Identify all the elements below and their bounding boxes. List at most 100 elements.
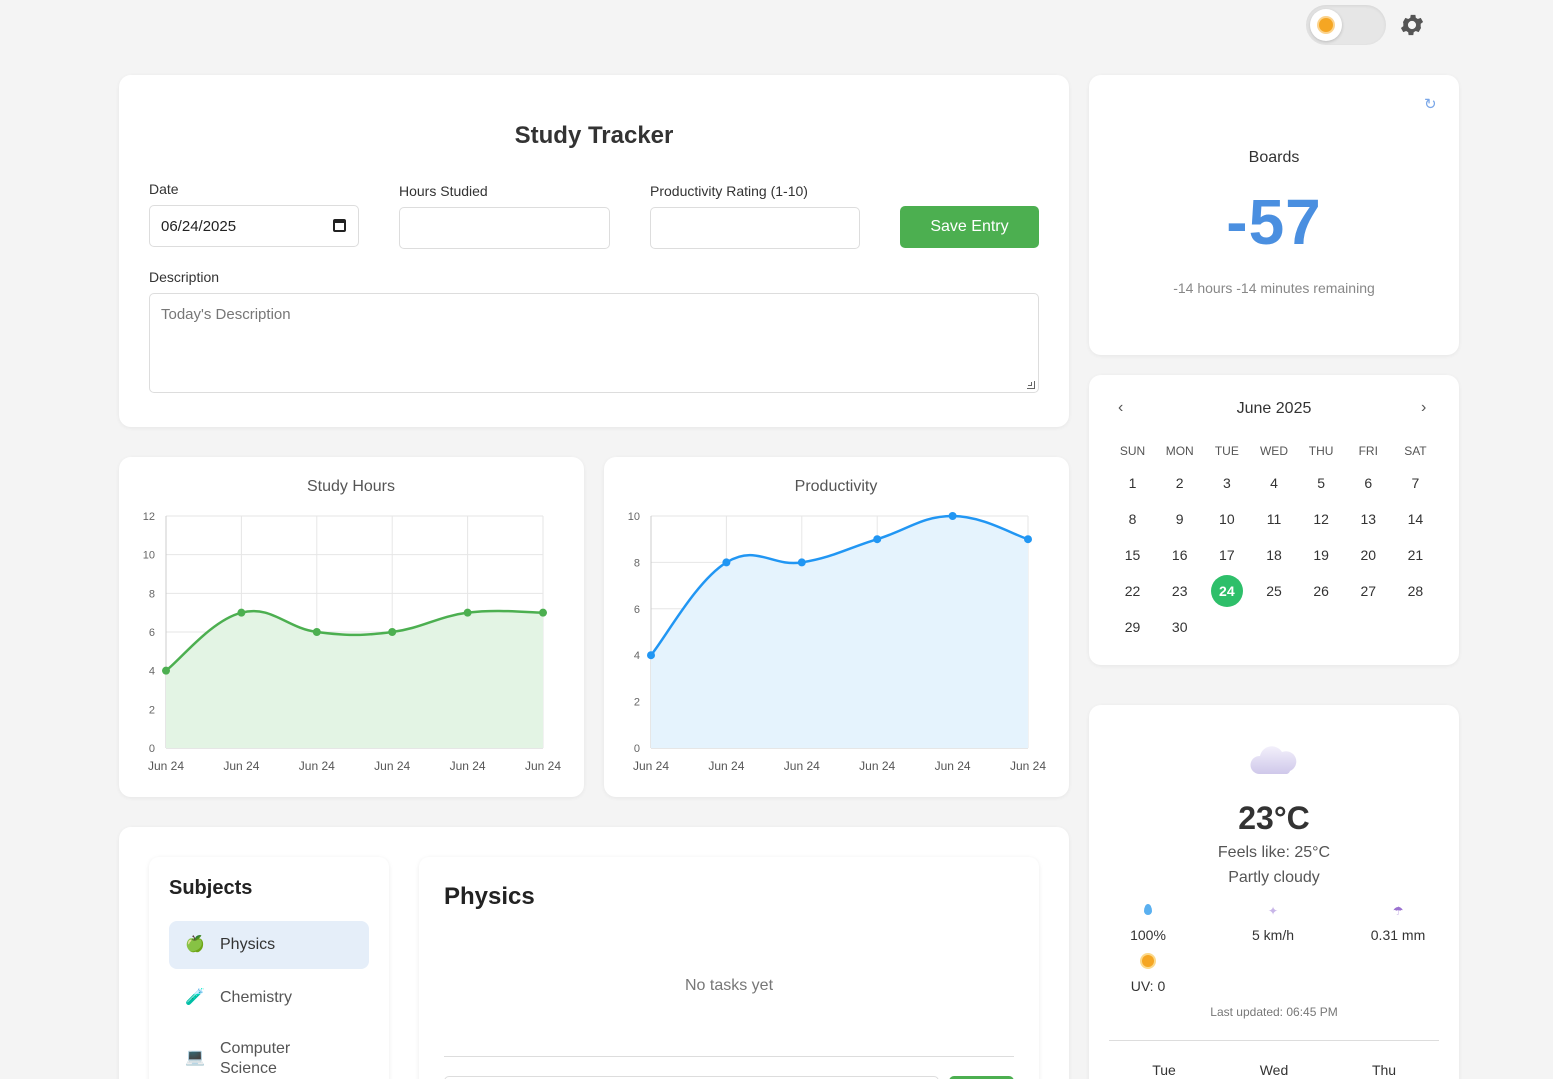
calendar-day[interactable]: 12 xyxy=(1298,501,1345,537)
calendar-day[interactable]: 11 xyxy=(1250,501,1297,537)
weekday-label: SUN xyxy=(1119,444,1146,458)
calendar-day[interactable]: 14 xyxy=(1392,501,1439,537)
calendar-day[interactable]: 17 xyxy=(1203,537,1250,573)
calendar-day[interactable]: 27 xyxy=(1345,573,1392,609)
calendar-day[interactable]: 18 xyxy=(1250,537,1297,573)
next-month-button[interactable]: › xyxy=(1421,399,1426,417)
data-point[interactable] xyxy=(797,558,806,567)
theme-toggle-knob[interactable] xyxy=(1310,9,1342,41)
calendar-day-number: 27 xyxy=(1360,583,1377,599)
calendar-day-number: 8 xyxy=(1128,511,1137,527)
resize-handle[interactable] xyxy=(1027,381,1035,389)
calendar-day[interactable]: 2 xyxy=(1156,465,1203,501)
subject-item-computer-science[interactable]: 💻 Computer Science xyxy=(169,1027,369,1079)
data-point[interactable] xyxy=(873,535,882,544)
humidity-value: 100% xyxy=(1130,927,1166,943)
subject-label: Computer Science xyxy=(220,1040,291,1077)
x-tick-label: Jun 24 xyxy=(299,759,335,773)
data-point[interactable] xyxy=(647,651,655,660)
boards-countdown-card: ↻ Boards -57 -14 hours -14 minutes remai… xyxy=(1089,75,1459,355)
productivity-chart-card: Productivity 0 2 4 6 8 10 Jun 24 Jun 24 Jun 24 Jun… xyxy=(604,457,1069,797)
calendar-day-number: 1 xyxy=(1128,475,1137,491)
subject-item-physics[interactable]: 🍏 Physics xyxy=(169,921,369,969)
y-tick-label: 10 xyxy=(143,550,155,562)
data-point[interactable] xyxy=(948,512,957,520)
data-point[interactable] xyxy=(162,666,170,675)
calendar-day-today[interactable]: 24 xyxy=(1203,573,1250,609)
calendar-day[interactable]: 13 xyxy=(1345,501,1392,537)
description-textarea[interactable]: Today's Description xyxy=(149,293,1039,393)
calendar-day[interactable]: 3 xyxy=(1203,465,1250,501)
date-input[interactable]: 06/24/2025 xyxy=(149,205,359,247)
subject-item-chemistry[interactable]: 🧪 Chemistry xyxy=(169,974,369,1022)
calendar-day[interactable]: 25 xyxy=(1250,573,1297,609)
cloud-icon xyxy=(1250,746,1297,774)
calendar-day[interactable]: 19 xyxy=(1298,537,1345,573)
wind-icon: ✦ xyxy=(1267,904,1279,918)
data-point[interactable] xyxy=(1024,535,1032,544)
series-area xyxy=(651,516,1028,748)
calendar-day[interactable]: 26 xyxy=(1298,573,1345,609)
calendar-day[interactable]: 6 xyxy=(1345,465,1392,501)
save-entry-button[interactable]: Save Entry xyxy=(900,206,1039,248)
description-label: Description xyxy=(149,269,220,285)
weekday-label: FRI xyxy=(1358,444,1378,458)
calendar-day[interactable]: 1 xyxy=(1109,465,1156,501)
calendar-day[interactable]: 20 xyxy=(1345,537,1392,573)
calendar-day-number: 20 xyxy=(1360,547,1377,563)
hours-label: Hours Studied xyxy=(399,183,488,199)
subjects-section: Subjects 🍏 Physics 🧪 Chemistry 💻 Compute… xyxy=(119,827,1069,1079)
weekday-label: TUE xyxy=(1214,444,1239,458)
calendar-day-number: 29 xyxy=(1124,619,1141,635)
data-point[interactable] xyxy=(722,558,731,567)
calendar-day[interactable]: 10 xyxy=(1203,501,1250,537)
calendar-day[interactable]: 22 xyxy=(1109,573,1156,609)
data-point[interactable] xyxy=(312,628,321,636)
theme-toggle[interactable] xyxy=(1306,5,1386,45)
forecast-day: Wed xyxy=(1259,1062,1289,1078)
data-point[interactable] xyxy=(237,608,246,617)
study-hours-chart: Study Hours 0 2 4 6 8 10 12 Jun 24 Jun 24 Jun 24 Ju… xyxy=(143,478,562,773)
productivity-input[interactable] xyxy=(650,207,860,249)
calendar-day-number: 2 xyxy=(1175,475,1184,491)
calendar-day-number: 15 xyxy=(1124,547,1141,563)
subject-label: Physics xyxy=(220,936,276,953)
calendar-day-number: 16 xyxy=(1171,547,1188,563)
weather-card: 23°C Feels like: 25°C Partly cloudy 100%… xyxy=(1089,705,1459,1079)
data-point[interactable] xyxy=(388,628,397,636)
data-point[interactable] xyxy=(539,608,547,617)
hours-input[interactable] xyxy=(399,207,610,249)
calendar-day[interactable]: 30 xyxy=(1156,609,1203,645)
weekday-label: THU xyxy=(1308,444,1334,458)
boards-title: Boards xyxy=(1248,149,1300,166)
calendar-day[interactable]: 4 xyxy=(1250,465,1297,501)
calendar-day[interactable]: 15 xyxy=(1109,537,1156,573)
calendar-day[interactable]: 29 xyxy=(1109,609,1156,645)
x-tick-label: Jun 24 xyxy=(450,759,486,773)
x-tick-label: Jun 24 xyxy=(633,759,669,773)
humidity-stat: 100% xyxy=(1098,904,1198,943)
calendar-day[interactable]: 21 xyxy=(1392,537,1439,573)
refresh-icon[interactable]: ↻ xyxy=(1424,95,1437,113)
calendar-day[interactable]: 16 xyxy=(1156,537,1203,573)
y-tick-label: 6 xyxy=(634,604,640,616)
calendar-day[interactable]: 28 xyxy=(1392,573,1439,609)
calendar-day[interactable]: 9 xyxy=(1156,501,1203,537)
data-point[interactable] xyxy=(463,608,472,617)
calendar-icon[interactable] xyxy=(333,219,346,232)
subject-label: Chemistry xyxy=(220,989,293,1006)
calendar-day-number: 25 xyxy=(1266,583,1282,599)
calendar-day[interactable]: 23 xyxy=(1156,573,1203,609)
x-tick-label: Jun 24 xyxy=(223,759,259,773)
divider xyxy=(1109,1040,1439,1041)
calendar-day-number: 19 xyxy=(1313,547,1329,563)
weekday-label: SAT xyxy=(1404,444,1427,458)
calendar-day[interactable]: 7 xyxy=(1392,465,1439,501)
x-tick-label: Jun 24 xyxy=(525,759,561,773)
umbrella-icon: ☂ xyxy=(1392,904,1404,918)
y-tick-label: 0 xyxy=(634,743,640,755)
calendar-day[interactable]: 8 xyxy=(1109,501,1156,537)
gear-icon[interactable] xyxy=(1398,11,1426,39)
weather-description: Partly cloudy xyxy=(1228,869,1320,886)
calendar-day[interactable]: 5 xyxy=(1298,465,1345,501)
